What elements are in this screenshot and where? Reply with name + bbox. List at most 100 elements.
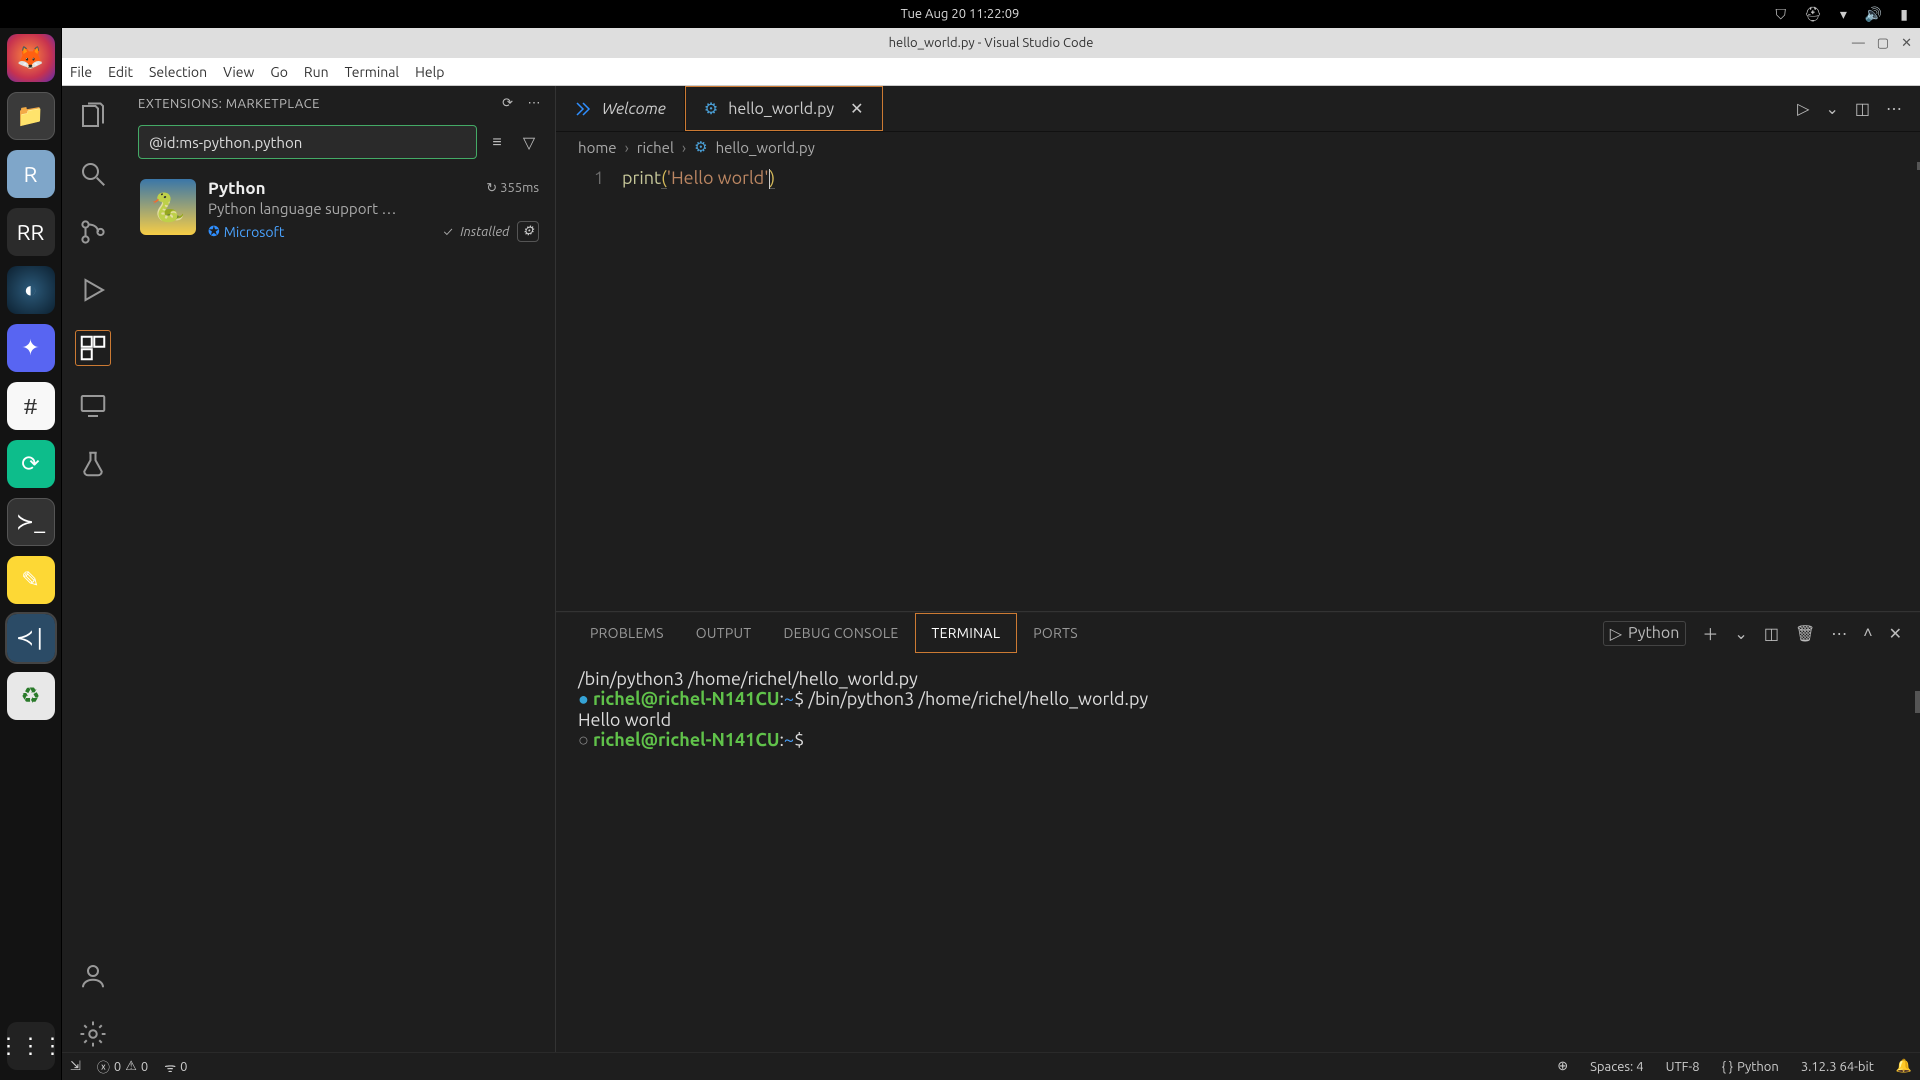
tab-hello-world[interactable]: ⚙ hello_world.py ✕: [685, 86, 883, 131]
code-line-1[interactable]: print('Hello world'): [622, 168, 775, 189]
extension-search-input[interactable]: [138, 125, 477, 159]
close-tab-icon[interactable]: ✕: [850, 99, 863, 118]
terminal-prompt: ○ richel@richel-N141CU:~$: [578, 730, 1898, 751]
panel-tab-problems[interactable]: PROBLEMS: [574, 613, 680, 653]
status-errors[interactable]: ⓧ 0 ⚠ 0: [97, 1057, 148, 1076]
window-maximize-button[interactable]: ▢: [1877, 36, 1889, 51]
status-python-version[interactable]: 3.12.3 64-bit: [1801, 1060, 1874, 1074]
menu-help[interactable]: Help: [415, 64, 444, 80]
close-panel-icon[interactable]: ✕: [1889, 624, 1902, 643]
terminal-content[interactable]: /bin/python3 /home/richel/hello_world.py…: [556, 653, 1920, 1052]
window-titlebar: hello_world.py - Visual Studio Code — ▢ …: [62, 28, 1920, 58]
code-editor[interactable]: 1 print('Hello world'): [556, 162, 1920, 612]
activity-testing[interactable]: [75, 446, 111, 482]
refresh-icon[interactable]: ⟳: [502, 96, 513, 111]
extension-installed-label: ✓ Installed ⚙: [443, 221, 539, 242]
dock-slack[interactable]: #: [7, 382, 55, 430]
activity-settings[interactable]: [75, 1016, 111, 1052]
kill-terminal-icon[interactable]: 🗑: [1795, 624, 1815, 643]
editor-more-icon[interactable]: ⋯: [1886, 99, 1902, 118]
dock-steam[interactable]: ◐: [7, 266, 55, 314]
activity-search[interactable]: [75, 156, 111, 192]
status-spaces[interactable]: Spaces: 4: [1590, 1060, 1643, 1074]
extensions-sidebar: EXTENSIONS: MARKETPLACE ⟳ ⋯ ≡ ▽ 🐍 Pyth: [124, 86, 556, 1052]
tab-welcome[interactable]: Welcome: [556, 86, 685, 131]
python-icon: 🐍: [140, 179, 196, 235]
line-number: 1: [556, 168, 604, 188]
dock-text-editor[interactable]: ✎: [7, 556, 55, 604]
terminal-output: Hello world: [578, 710, 1898, 730]
notifications-icon[interactable]: 🔔: [1896, 1059, 1912, 1074]
panel-tab-output[interactable]: OUTPUT: [680, 613, 768, 653]
activity-accounts[interactable]: [75, 958, 111, 994]
extension-card-python[interactable]: 🐍 Python ↻ 355ms Python language support…: [138, 173, 541, 248]
wifi-icon[interactable]: ▾: [1840, 6, 1847, 23]
new-terminal-icon[interactable]: ＋: [1702, 621, 1718, 645]
breadcrumb-seg-user[interactable]: richel: [637, 139, 674, 156]
remote-indicator[interactable]: ⇲: [70, 1059, 81, 1074]
volume-icon[interactable]: 🔊: [1865, 6, 1882, 23]
dock-discord[interactable]: ✦: [7, 324, 55, 372]
menu-view[interactable]: View: [223, 64, 254, 80]
shield-icon[interactable]: ⛉: [1776, 6, 1787, 23]
panel-more-icon[interactable]: ⋯: [1831, 624, 1847, 643]
extension-name: Python: [208, 179, 266, 198]
dock-rstudio[interactable]: R: [7, 150, 55, 198]
menu-go[interactable]: Go: [270, 64, 287, 80]
extension-description: Python language support …: [208, 200, 508, 217]
tab-file-label: hello_world.py: [728, 100, 834, 118]
dock-firefox[interactable]: 🦊: [7, 34, 55, 82]
terminal-profile-selector[interactable]: ▷Python: [1603, 621, 1687, 646]
ubuntu-dock: 🦊 📁 R RR ◐ ✦ # ⟳ ≻_ ✎ ≺∣ ♻ ⋮⋮⋮: [0, 28, 62, 1080]
terminal-dropdown-icon[interactable]: ⌄: [1734, 624, 1747, 643]
dock-rustrover[interactable]: RR: [7, 208, 55, 256]
activity-remote-explorer[interactable]: [75, 388, 111, 424]
status-language[interactable]: { } Python: [1722, 1060, 1779, 1074]
panel-tab-terminal[interactable]: TERMINAL: [915, 613, 1018, 653]
dock-files[interactable]: 📁: [7, 92, 55, 140]
battery-icon[interactable]: ▮: [1900, 6, 1908, 23]
sidebar-title: EXTENSIONS: MARKETPLACE: [138, 97, 320, 111]
menu-edit[interactable]: Edit: [108, 64, 133, 80]
run-file-button[interactable]: ▷: [1797, 99, 1809, 118]
breadcrumb-seg-home[interactable]: home: [578, 139, 617, 156]
menu-terminal[interactable]: Terminal: [345, 64, 400, 80]
dock-show-apps[interactable]: ⋮⋮⋮: [7, 1022, 55, 1070]
activity-explorer[interactable]: [75, 98, 111, 134]
system-top-bar: Tue Aug 20 11:22:09 ⛉ ⛑ ▾ 🔊 ▮: [0, 0, 1920, 28]
split-terminal-icon[interactable]: ◫: [1764, 624, 1779, 643]
more-icon[interactable]: ⋯: [528, 96, 542, 111]
activity-run-debug[interactable]: [75, 272, 111, 308]
activity-extensions[interactable]: [75, 330, 111, 366]
menu-file[interactable]: File: [70, 64, 92, 80]
menu-selection[interactable]: Selection: [149, 64, 207, 80]
menu-bar: File Edit Selection View Go Run Terminal…: [62, 58, 1920, 86]
terminal-line: ● richel@richel-N141CU:~$ /bin/python3 /…: [578, 689, 1898, 710]
panel-tab-debug-console[interactable]: DEBUG CONSOLE: [767, 613, 914, 653]
status-encoding[interactable]: UTF-8: [1666, 1060, 1700, 1074]
breadcrumb-seg-file[interactable]: hello_world.py: [716, 139, 815, 156]
dock-element[interactable]: ⟳: [7, 440, 55, 488]
dock-vscode[interactable]: ≺∣: [7, 614, 55, 662]
window-minimize-button[interactable]: —: [1852, 36, 1865, 51]
chevron-right-icon: ›: [625, 139, 629, 156]
window-close-button[interactable]: ✕: [1901, 36, 1912, 51]
clear-search-icon[interactable]: ≡: [485, 133, 509, 152]
vscode-window: hello_world.py - Visual Studio Code — ▢ …: [62, 28, 1920, 1080]
breadcrumb[interactable]: home › richel › ⚙ hello_world.py: [556, 132, 1920, 162]
chevron-right-icon: ›: [682, 139, 686, 156]
dock-trash[interactable]: ♻: [7, 672, 55, 720]
maximize-panel-icon[interactable]: ˄: [1863, 624, 1872, 643]
system-tray: ⛉ ⛑ ▾ 🔊 ▮: [1776, 6, 1908, 23]
split-editor-icon[interactable]: ◫: [1855, 99, 1870, 118]
menu-run[interactable]: Run: [304, 64, 329, 80]
dock-terminal[interactable]: ≻_: [7, 498, 55, 546]
filter-icon[interactable]: ▽: [517, 133, 541, 152]
extension-manage-icon[interactable]: ⚙: [517, 221, 539, 242]
zoom-icon[interactable]: ⊕: [1557, 1059, 1568, 1074]
run-dropdown-icon[interactable]: ⌄: [1825, 99, 1838, 118]
panel-tab-ports[interactable]: PORTS: [1017, 613, 1094, 653]
accessibility-icon[interactable]: ⛑: [1804, 6, 1822, 23]
status-ports[interactable]: ᯤ 0: [164, 1058, 187, 1076]
activity-source-control[interactable]: [75, 214, 111, 250]
